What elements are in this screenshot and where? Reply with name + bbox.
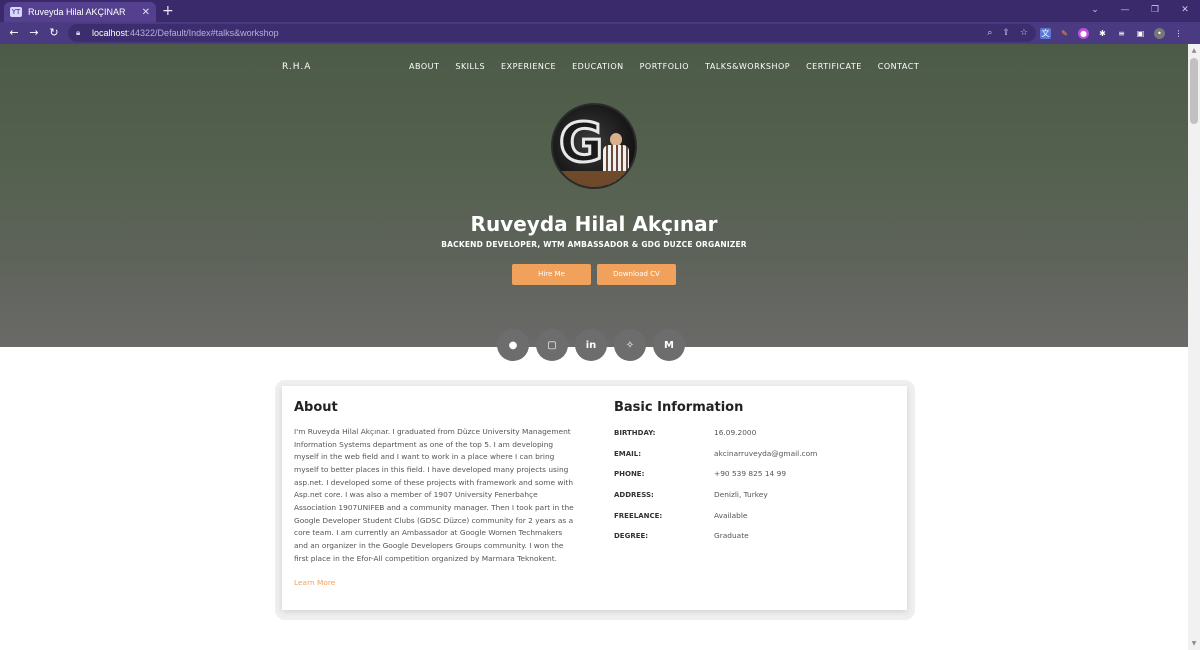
info-row-phone: PHONE: +90 539 825 14 99 <box>614 468 786 480</box>
info-value: akcinarruveyda@gmail.com <box>714 449 818 458</box>
address-bar[interactable]: 🔒︎ localhost:44322/Default/Index#talks&w… <box>68 24 1036 42</box>
site-brand[interactable]: R.H.A <box>282 62 311 72</box>
scroll-down-icon[interactable]: ▼ <box>1190 640 1198 648</box>
scroll-thumb[interactable] <box>1190 58 1198 124</box>
reading-list-icon[interactable]: ≡ <box>1116 28 1127 39</box>
info-label: EMAIL: <box>614 450 642 458</box>
about-heading: About <box>294 400 338 415</box>
forward-icon[interactable]: → <box>24 23 44 43</box>
learn-more-link[interactable]: Learn More <box>294 578 335 587</box>
scroll-up-icon[interactable]: ▲ <box>1190 47 1198 55</box>
info-row-freelance: FREELANCE: Available <box>614 510 747 522</box>
nav-certificate[interactable]: CERTIFICATE <box>806 62 862 71</box>
extensions-area: 文 ✎ ● ✱ ≡ ▣ • ⋮ <box>1040 22 1184 44</box>
nav-education[interactable]: EDUCATION <box>572 62 624 71</box>
nav-portfolio[interactable]: PORTFOLIO <box>640 62 690 71</box>
close-window-icon[interactable]: ✕ <box>1170 0 1200 22</box>
nav-experience[interactable]: EXPERIENCE <box>501 62 556 71</box>
minimize-icon[interactable]: — <box>1110 0 1140 22</box>
info-row-degree: DEGREE: Graduate <box>614 530 749 542</box>
social-links: ● ▢ in ✧ M <box>497 329 685 361</box>
profile-subtitle: BACKEND DEVELOPER, WTM AMBASSADOR & GDG … <box>441 240 747 249</box>
share-icon[interactable]: ⇪ <box>1002 24 1010 42</box>
browser-tab[interactable]: YT Ruveyda Hilal AKÇINAR ✕ <box>4 2 156 22</box>
window-controls: ⌄ — ❐ ✕ <box>1080 0 1200 22</box>
nav-skills[interactable]: SKILLS <box>455 62 485 71</box>
color-extension-icon[interactable]: ● <box>1078 27 1089 39</box>
reload-icon[interactable]: ↻ <box>44 23 64 43</box>
bookmark-star-icon[interactable]: ☆ <box>1020 24 1028 42</box>
lock-icon[interactable]: 🔒︎ <box>76 28 86 38</box>
instagram-icon[interactable]: ▢ <box>536 329 568 361</box>
download-cv-button[interactable]: Download CV <box>597 264 676 285</box>
url-host: localhost <box>92 28 128 38</box>
translate-extension-icon[interactable]: 文 <box>1040 27 1051 39</box>
info-value: +90 539 825 14 99 <box>714 469 787 478</box>
pen-extension-icon[interactable]: ✎ <box>1059 27 1070 39</box>
favicon-icon: YT <box>10 7 22 17</box>
page-scrollbar[interactable]: ▲ ▼ <box>1188 44 1200 650</box>
close-tab-icon[interactable]: ✕ <box>142 7 150 18</box>
info-value: 16.09.2000 <box>714 428 757 437</box>
info-label: PHONE: <box>614 470 645 478</box>
new-tab-icon[interactable]: + <box>162 3 174 19</box>
extensions-puzzle-icon[interactable]: ✱ <box>1097 28 1108 39</box>
info-label: FREELANCE: <box>614 512 663 520</box>
info-value: Graduate <box>714 531 749 540</box>
info-label: BIRTHDAY: <box>614 429 656 437</box>
tab-title: Ruveyda Hilal AKÇINAR <box>28 7 126 17</box>
tab-search-icon[interactable]: ⌄ <box>1080 0 1110 22</box>
restore-icon[interactable]: ❐ <box>1140 0 1170 22</box>
info-row-email: EMAIL: akcinarruveyda@gmail.com <box>614 448 817 460</box>
github-icon[interactable]: ● <box>497 329 529 361</box>
medium-icon[interactable]: M <box>653 329 685 361</box>
zoom-icon[interactable]: ⌕ <box>987 24 992 42</box>
info-label: DEGREE: <box>614 532 649 540</box>
browser-toolbar: ← → ↻ 🔒︎ localhost:44322/Default/Index#t… <box>0 22 1200 44</box>
info-row-birthday: BIRTHDAY: 16.09.2000 <box>614 427 756 439</box>
info-value: Denizli, Turkey <box>714 490 768 499</box>
about-text: I'm Ruveyda Hilal Akçınar. I graduated f… <box>294 427 574 563</box>
info-value: Available <box>714 511 748 520</box>
nav-talks-workshop[interactable]: TALKS&WORKSHOP <box>705 62 790 71</box>
info-label: ADDRESS: <box>614 491 654 499</box>
menu-kebab-icon[interactable]: ⋮ <box>1173 28 1184 39</box>
basic-info-heading: Basic Information <box>614 400 744 415</box>
nav-contact[interactable]: CONTACT <box>878 62 919 71</box>
profile-avatar: G <box>551 103 637 189</box>
profile-avatar-icon[interactable]: • <box>1154 27 1165 39</box>
about-card: About I'm Ruveyda Hilal Akçınar. I gradu… <box>282 386 907 610</box>
google-g-logo: G <box>557 111 604 174</box>
twitter-icon[interactable]: ✧ <box>614 329 646 361</box>
nav-about[interactable]: ABOUT <box>409 62 439 71</box>
site-nav: ABOUT SKILLS EXPERIENCE EDUCATION PORTFO… <box>409 62 919 71</box>
back-icon[interactable]: ← <box>4 23 24 43</box>
info-row-address: ADDRESS: Denizli, Turkey <box>614 489 768 501</box>
url-path: :44322/Default/Index#talks&workshop <box>127 28 279 38</box>
profile-name: Ruveyda Hilal Akçınar <box>470 212 718 236</box>
page-viewport: R.H.A ABOUT SKILLS EXPERIENCE EDUCATION … <box>0 44 1188 650</box>
side-panel-icon[interactable]: ▣ <box>1135 28 1146 39</box>
linkedin-icon[interactable]: in <box>575 329 607 361</box>
hire-me-button[interactable]: Hire Me <box>512 264 591 285</box>
url-text[interactable]: localhost:44322/Default/Index#talks&work… <box>92 28 279 38</box>
browser-tab-bar: YT Ruveyda Hilal AKÇINAR ✕ + ⌄ — ❐ ✕ <box>0 0 1200 22</box>
hero-section: R.H.A ABOUT SKILLS EXPERIENCE EDUCATION … <box>0 44 1188 347</box>
omnibox-actions: ⌕ ⇪ ☆ <box>987 24 1028 42</box>
